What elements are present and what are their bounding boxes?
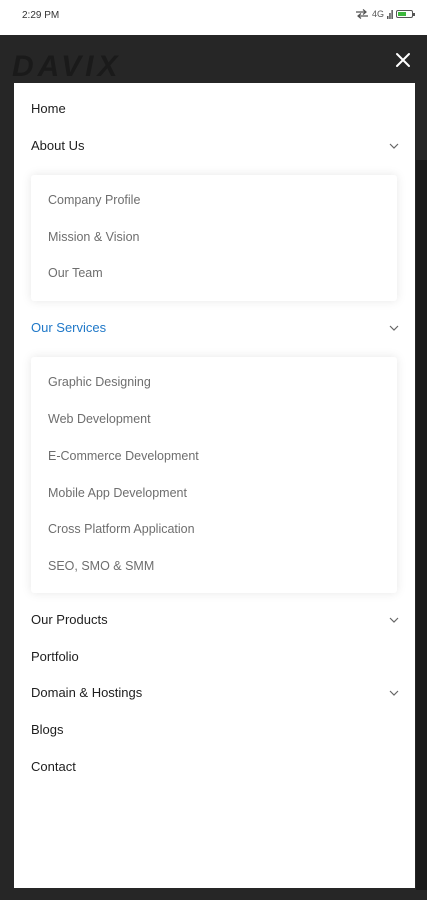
submenu-item-our-team[interactable]: Our Team xyxy=(48,266,103,280)
site-logo: DAVIX xyxy=(12,50,122,83)
battery-fill xyxy=(398,12,406,16)
submenu-about-us: Company Profile Mission & Vision Our Tea… xyxy=(31,175,397,301)
submenu-item-cross-platform-application[interactable]: Cross Platform Application xyxy=(48,522,195,536)
menu-item-label: Our Services xyxy=(31,320,107,335)
status-time: 2:29 PM xyxy=(22,10,60,21)
menu-item-our-services[interactable]: Our Services xyxy=(31,316,401,340)
menu-item-contact[interactable]: Contact xyxy=(31,755,401,779)
menu-item-blogs[interactable]: Blogs xyxy=(31,718,401,742)
menu-item-portfolio[interactable]: Portfolio xyxy=(31,645,401,669)
status-bar: 2:29 PM 4G xyxy=(0,0,427,32)
menu-item-domain-hostings[interactable]: Domain & Hostings xyxy=(31,681,401,705)
page-edge xyxy=(416,160,427,890)
status-icons: 4G xyxy=(355,9,415,19)
submenu-item-mission-vision[interactable]: Mission & Vision xyxy=(48,230,139,244)
submenu-item-mobile-app-development[interactable]: Mobile App Development xyxy=(48,486,187,500)
battery-icon xyxy=(396,10,415,18)
network-label: 4G xyxy=(371,9,384,19)
chevron-down-icon[interactable] xyxy=(387,139,401,153)
chevron-down-icon[interactable] xyxy=(387,686,401,700)
close-icon[interactable] xyxy=(393,50,413,70)
signal-icon xyxy=(387,9,393,19)
chevron-down-icon[interactable] xyxy=(387,613,401,627)
menu-item-label: Our Products xyxy=(31,612,108,627)
menu-item-label: Domain & Hostings xyxy=(31,685,143,700)
menu-item-label: Blogs xyxy=(31,722,64,737)
submenu-item-graphic-designing[interactable]: Graphic Designing xyxy=(48,375,151,389)
submenu-item-seo-smo-smm[interactable]: SEO, SMO & SMM xyxy=(48,559,154,573)
submenu-our-services: Graphic Designing Web Development E-Comm… xyxy=(31,357,397,593)
menu-item-label: Portfolio xyxy=(31,649,79,664)
mobile-menu-panel: Home About Us Company Profile Mission & … xyxy=(14,83,415,888)
submenu-item-web-development[interactable]: Web Development xyxy=(48,412,151,426)
chevron-down-icon[interactable] xyxy=(387,321,401,335)
menu-item-label: Home xyxy=(31,101,66,116)
menu-item-label: About Us xyxy=(31,138,85,153)
menu-item-label: Contact xyxy=(31,759,76,774)
menu-item-about-us[interactable]: About Us xyxy=(31,134,401,158)
menu-item-home[interactable]: Home xyxy=(31,97,401,121)
menu-item-our-products[interactable]: Our Products xyxy=(31,608,401,632)
submenu-item-company-profile[interactable]: Company Profile xyxy=(48,193,140,207)
submenu-item-ecommerce-development[interactable]: E-Commerce Development xyxy=(48,449,199,463)
data-transfer-icon xyxy=(355,9,368,19)
